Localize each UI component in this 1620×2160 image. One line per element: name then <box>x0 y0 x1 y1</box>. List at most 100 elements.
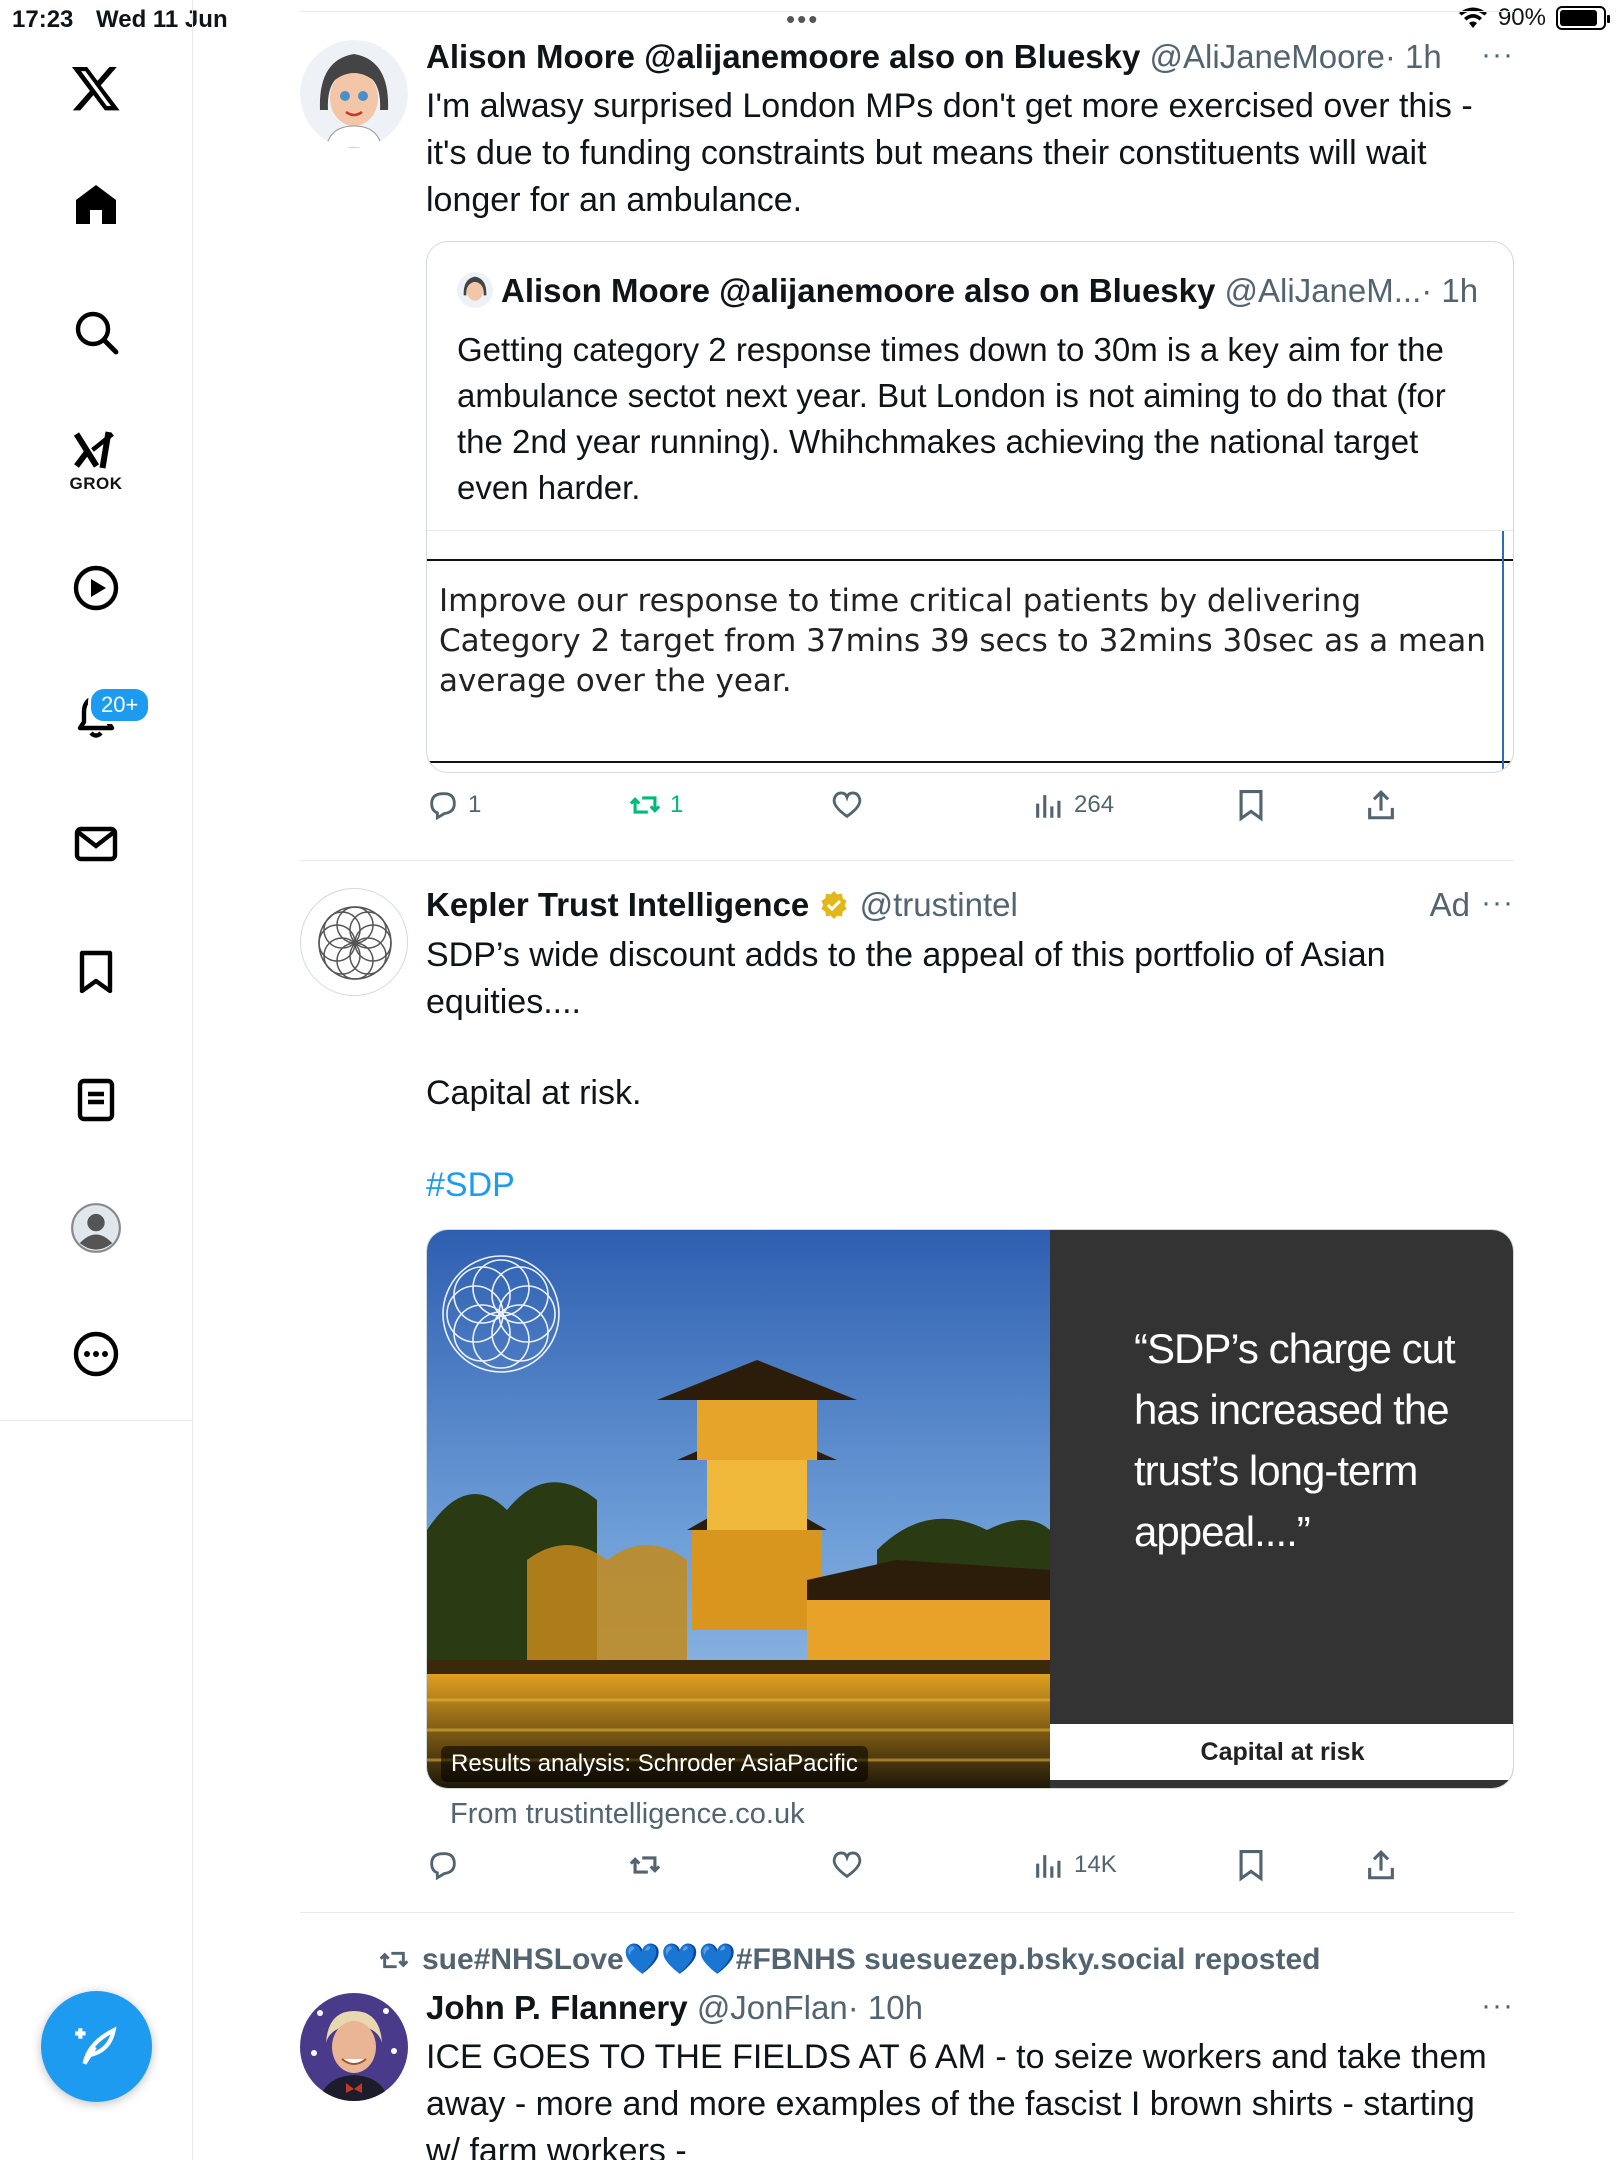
quoted-post[interactable]: Alison Moore @alijanemoore also on Blues… <box>426 241 1514 773</box>
card-quote-text: “SDP’s charge cut has increased the trus… <box>1134 1325 1456 1555</box>
post-actions: 14K <box>426 1848 1516 1892</box>
post-divider <box>300 1912 1514 1913</box>
hashtag-link[interactable]: #SDP <box>426 1162 1516 1209</box>
status-right: 90% <box>1458 4 1610 32</box>
home-icon <box>76 185 116 224</box>
quoted-post-time: · 1h <box>1421 272 1479 309</box>
views-chart-icon <box>1036 795 1061 818</box>
like-button[interactable] <box>830 788 864 822</box>
repost-context[interactable]: sue#NHSLove💙💙💙#FBNHS suesuezep.bsky.soci… <box>378 1942 1320 1977</box>
sidebar-item-lists[interactable] <box>72 1076 120 1124</box>
multitasking-dots-icon[interactable]: ••• <box>786 4 819 35</box>
sidebar-item-profile[interactable] <box>70 1202 122 1254</box>
quoted-author-name: Alison Moore @alijanemoore also on Blues… <box>501 272 1216 309</box>
post-header: Alison Moore @alijanemoore also on Blues… <box>426 38 1442 76</box>
reply-button[interactable]: 1 <box>426 788 481 822</box>
share-button[interactable] <box>1364 788 1398 822</box>
notifications-badge: 20+ <box>88 686 152 724</box>
views-button[interactable]: 264 <box>1032 788 1114 822</box>
share-icon <box>1368 790 1394 820</box>
sidebar-divider <box>0 1420 193 1421</box>
post-text-line-1: SDP’s wide discount adds to the appeal o… <box>426 936 1386 1021</box>
card-source-link[interactable]: From trustintelligence.co.uk <box>450 1798 805 1831</box>
repost-icon <box>629 1856 661 1874</box>
views-count: 264 <box>1074 791 1115 818</box>
bookmark-icon <box>1239 789 1263 822</box>
repost-count: 1 <box>670 791 684 818</box>
sidebar-item-bookmarks[interactable] <box>72 948 120 996</box>
post-divider <box>300 860 1514 861</box>
ad-card[interactable]: Results analysis: Schroder AsiaPacific “… <box>426 1229 1514 1789</box>
post-header: John P. Flannery @JonFlan· 10h <box>426 1989 923 2027</box>
compose-post-button[interactable] <box>41 1991 152 2102</box>
sidebar-item-more[interactable] <box>72 1330 120 1378</box>
post-more-icon[interactable]: ··· <box>1481 886 1514 920</box>
ad-label: Ad <box>1429 886 1470 923</box>
post-more-icon[interactable]: ··· <box>1481 1989 1514 2023</box>
grok-label: GROK <box>69 474 123 493</box>
post-time[interactable]: · 10h <box>848 1989 923 2026</box>
reply-count: 1 <box>468 791 482 818</box>
author-name[interactable]: Kepler Trust Intelligence <box>426 886 809 923</box>
repost-button[interactable]: 1 <box>628 788 683 822</box>
status-bar: 17:23 Wed 11 Jun ••• 90% <box>0 0 1620 40</box>
wifi-icon <box>1458 7 1487 28</box>
verified-gold-badge-icon <box>821 891 848 919</box>
card-overlay-label: Results analysis: Schroder AsiaPacific <box>441 1746 868 1782</box>
more-circle-icon <box>73 1331 119 1377</box>
quoted-post-text: Getting category 2 response times down t… <box>457 331 1446 506</box>
quoted-post-image[interactable]: Improve our response to time critical pa… <box>427 530 1513 772</box>
quoted-avatar <box>457 272 493 308</box>
reply-icon <box>430 1852 456 1881</box>
author-handle[interactable]: @trustintel <box>860 886 1018 923</box>
heart-icon <box>832 791 862 819</box>
author-handle[interactable]: @JonFlan <box>697 1989 848 2026</box>
card-quote-panel: “SDP’s charge cut has increased the trus… <box>1050 1230 1513 1788</box>
avatar-alison-moore[interactable] <box>300 40 408 148</box>
post-more-icon[interactable]: ··· <box>1481 38 1514 72</box>
profile-avatar-icon <box>71 1203 121 1253</box>
bookmark-icon <box>1239 1849 1263 1882</box>
post-time[interactable]: · 1h <box>1385 38 1442 75</box>
image-text-cursor <box>1502 531 1504 772</box>
sidebar-item-grok[interactable]: GROK <box>70 428 123 494</box>
bookmark-button[interactable] <box>1234 1848 1268 1882</box>
search-icon <box>75 311 119 355</box>
bookmark-button[interactable] <box>1234 788 1268 822</box>
x-logo-icon[interactable] <box>70 62 122 114</box>
sidebar-item-explore[interactable] <box>72 308 120 356</box>
image-rule-bottom <box>427 761 1513 763</box>
sidebar-item-messages[interactable] <box>72 820 120 868</box>
grok-icon <box>73 431 114 469</box>
quoted-author-handle: @AliJaneM... <box>1224 272 1422 309</box>
quoted-post-header: Alison Moore @alijanemoore also on Blues… <box>457 272 1478 310</box>
share-button[interactable] <box>1364 1848 1398 1882</box>
avatar-john-flannery[interactable] <box>300 1993 408 2101</box>
repost-icon <box>379 1951 409 1968</box>
sidebar-item-home[interactable] <box>72 180 120 228</box>
heart-icon <box>832 1851 862 1879</box>
battery-percent: 90% <box>1497 4 1546 31</box>
battery-icon <box>1556 6 1610 30</box>
compose-feather-icon <box>74 2026 117 2065</box>
share-icon <box>1368 1850 1394 1880</box>
quoted-image-text: Improve our response to time critical pa… <box>439 583 1486 699</box>
author-handle[interactable]: @AliJaneMoore <box>1150 38 1385 75</box>
sidebar-item-videos[interactable] <box>72 564 120 612</box>
like-button[interactable] <box>830 1848 864 1882</box>
play-circle-icon <box>73 565 119 611</box>
feed-top-divider <box>300 11 1514 12</box>
avatar-kepler[interactable] <box>300 888 408 996</box>
bookmark-icon <box>79 950 113 994</box>
repost-button[interactable] <box>628 1848 662 1882</box>
post-header: Kepler Trust Intelligence @trustintel <box>426 886 1018 924</box>
views-button[interactable]: 14K <box>1032 1848 1117 1882</box>
sidebar: GROK 20+ <box>0 0 193 2160</box>
reply-button[interactable] <box>426 1848 460 1882</box>
author-name[interactable]: Alison Moore @alijanemoore also on Blues… <box>426 38 1140 75</box>
post-text: ICE GOES TO THE FIELDS AT 6 AM - to seiz… <box>426 2038 1487 2160</box>
repost-context-text: sue#NHSLove💙💙💙#FBNHS suesuezep.bsky.soci… <box>422 1943 1321 1976</box>
views-count: 14K <box>1074 1851 1117 1878</box>
image-rule-top <box>427 559 1513 561</box>
author-name[interactable]: John P. Flannery <box>426 1989 688 2026</box>
